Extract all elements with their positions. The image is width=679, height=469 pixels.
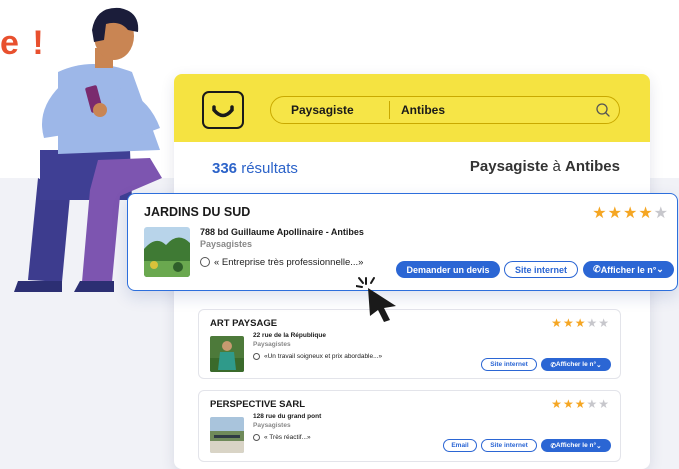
listing-category: Paysagistes: [253, 341, 291, 348]
listing-quote: « Entreprise très professionnelle...»: [200, 257, 363, 268]
request-quote-button[interactable]: Demander un devis: [396, 261, 500, 278]
phone-icon: ✆: [593, 264, 601, 274]
website-button[interactable]: Site internet: [481, 439, 537, 452]
star-filled-icon: ★: [592, 205, 608, 222]
rating-stars: ★★★★★: [592, 203, 669, 223]
chat-icon: [200, 257, 210, 267]
listing-name[interactable]: JARDINS DU SUD: [144, 205, 250, 219]
star-filled-icon: ★: [574, 397, 587, 411]
chat-icon: [253, 353, 260, 360]
listing-address: 128 rue du grand pont: [253, 413, 322, 420]
listing-quote: « Très réactif...»: [253, 434, 311, 441]
mouse-cursor-icon: [356, 277, 396, 322]
search-icon[interactable]: [595, 102, 611, 118]
star-empty-icon: ★: [598, 316, 610, 330]
listing-photo: [210, 417, 244, 453]
star-filled-icon: ★: [551, 397, 563, 411]
show-phone-label: Afficher le n°: [555, 442, 597, 449]
website-button[interactable]: Site internet: [481, 358, 537, 371]
app-logo[interactable]: [202, 91, 244, 129]
results-title-where: Antibes: [564, 158, 620, 175]
email-button[interactable]: Email: [443, 439, 477, 452]
rating-stars: ★★★★★: [551, 397, 610, 411]
results-label: résultats: [241, 160, 298, 177]
listing-category: Paysagistes: [253, 422, 291, 429]
featured-listing-card[interactable]: JARDINS DU SUD ★★★★★ 788 bd Guillaume Ap…: [127, 193, 678, 291]
search-bar[interactable]: Paysagiste Antibes: [270, 96, 620, 124]
star-filled-icon: ★: [574, 316, 587, 330]
star-empty-icon: ★: [598, 397, 610, 411]
rating-stars: ★★★★★: [551, 316, 610, 330]
listing-card[interactable]: ART PAYSAGE ★★★★★ 22 rue de la Républiqu…: [198, 309, 621, 379]
search-where-field[interactable]: Antibes: [401, 103, 445, 117]
show-phone-button[interactable]: ✆ Afficher le n° ⌄: [541, 358, 611, 371]
listing-card[interactable]: PERSPECTIVE SARL ★★★★★ 128 rue du grand …: [198, 390, 621, 462]
results-title-what: Paysagiste: [469, 158, 549, 175]
search-divider: [389, 101, 390, 119]
show-phone-button[interactable]: ✆ Afficher le n° ⌄: [583, 261, 674, 278]
show-phone-label: Afficher le n°: [555, 361, 597, 368]
listing-photo: [144, 227, 190, 277]
listing-quote-text: « Entreprise très professionnelle...»: [214, 257, 364, 268]
results-count: 336 résultats: [212, 160, 298, 177]
listing-address: 22 rue de la République: [253, 332, 326, 339]
listing-category: Paysagistes: [200, 239, 253, 249]
results-number: 336: [212, 160, 238, 177]
star-filled-icon: ★: [607, 205, 623, 222]
listing-address: 788 bd Guillaume Apollinaire - Antibes: [200, 227, 364, 237]
listing-name[interactable]: ART PAYSAGE: [210, 318, 277, 329]
star-filled-icon: ★: [622, 205, 639, 222]
listing-quote-text: «Un travail soigneux et prix abordable..…: [264, 353, 383, 360]
results-title: Paysagiste à Antibes: [470, 158, 620, 175]
chevron-down-icon: ⌄: [596, 361, 602, 369]
listing-quote: «Un travail soigneux et prix abordable..…: [253, 353, 382, 360]
listing-name[interactable]: PERSPECTIVE SARL: [210, 399, 305, 410]
show-phone-label: Afficher le n°: [600, 264, 657, 275]
show-phone-button[interactable]: ✆ Afficher le n° ⌄: [541, 439, 611, 452]
star-empty-icon: ★: [586, 316, 599, 330]
search-what-field[interactable]: Paysagiste: [291, 103, 354, 117]
star-filled-icon: ★: [562, 316, 575, 330]
star-empty-icon: ★: [586, 397, 599, 411]
star-filled-icon: ★: [551, 316, 563, 330]
listing-photo: [210, 336, 244, 372]
listing-quote-text: « Très réactif...»: [264, 434, 311, 441]
chevron-down-icon: ⌄: [596, 442, 602, 450]
chat-icon: [253, 434, 260, 441]
app-header: Paysagiste Antibes: [174, 74, 650, 142]
star-empty-icon: ★: [653, 205, 669, 222]
website-button[interactable]: Site internet: [504, 261, 578, 278]
chevron-down-icon: ⌄: [656, 264, 664, 274]
star-filled-icon: ★: [562, 397, 575, 411]
star-filled-icon: ★: [638, 205, 654, 222]
results-title-connector: à: [552, 158, 561, 175]
